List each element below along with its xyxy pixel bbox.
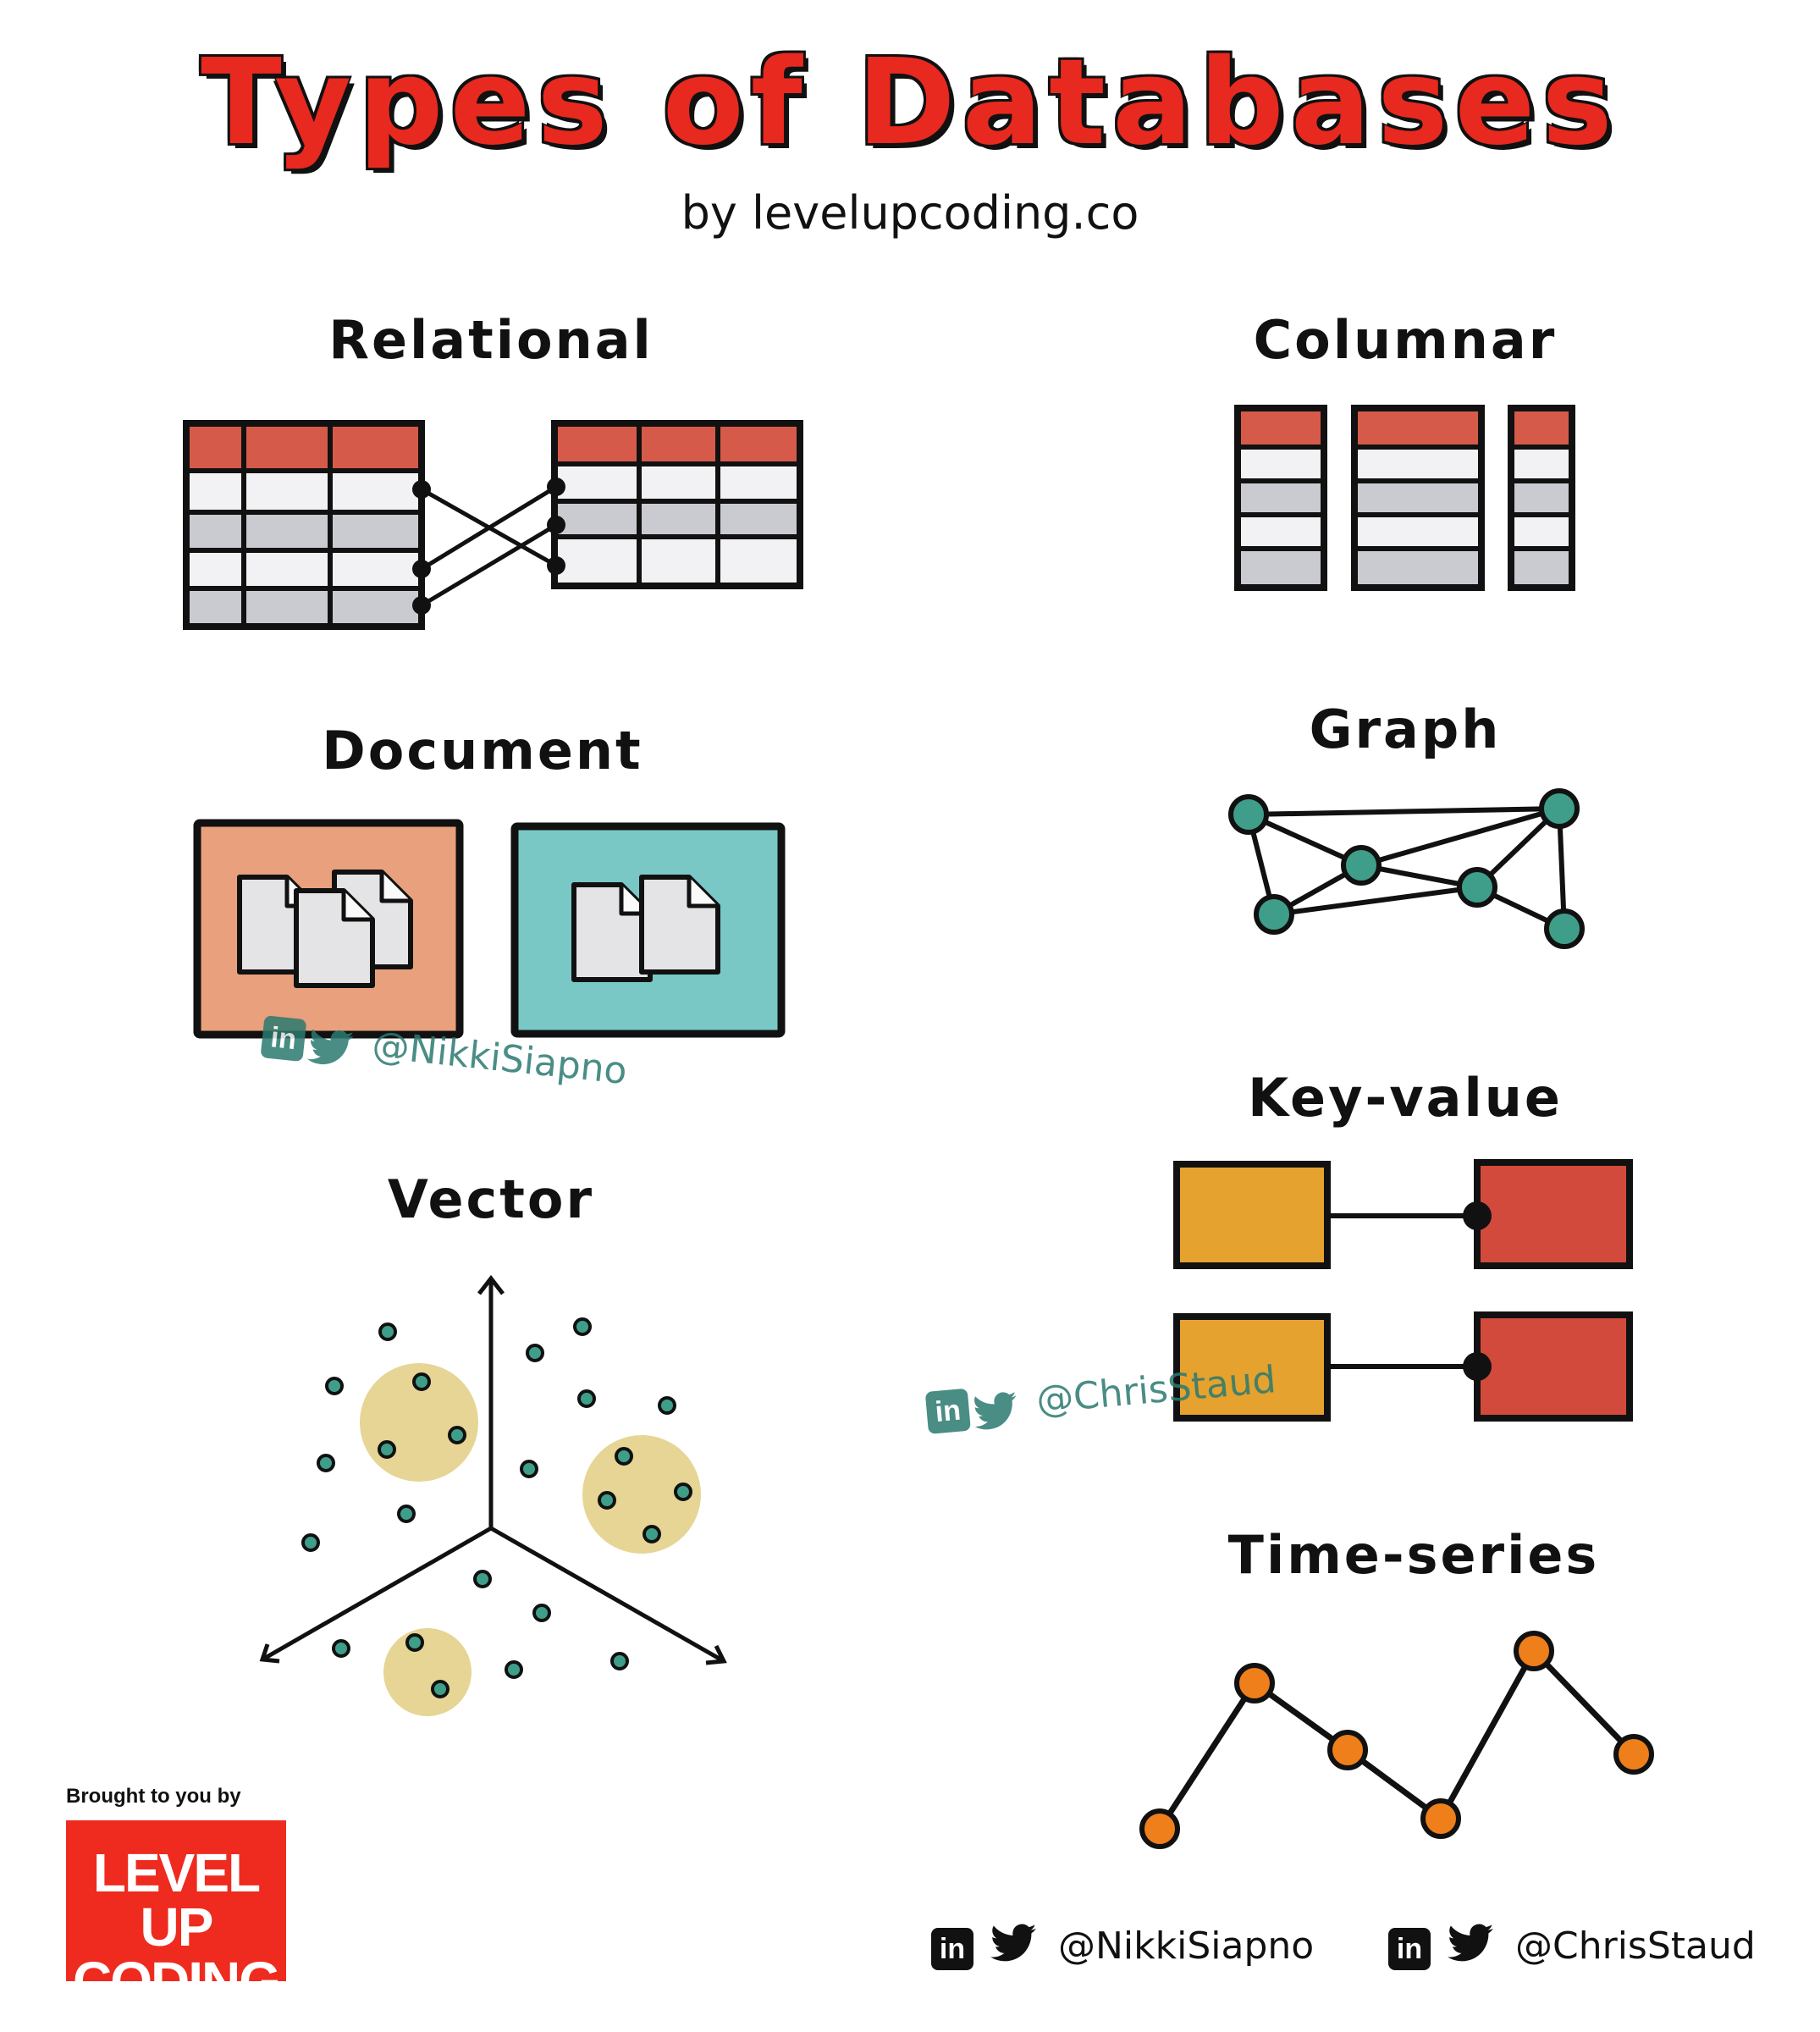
twitter-icon: [1448, 1924, 1493, 1972]
logo-line-1: LEVEL UP: [92, 1842, 261, 1957]
column-1: [1234, 405, 1327, 591]
twitter-icon: [972, 1390, 1019, 1434]
document-diagram: [193, 819, 786, 1039]
footer-social-nikki[interactable]: in @NikkiSiapno: [931, 1924, 1314, 1972]
document-icon: [642, 877, 718, 972]
column-3: [1508, 405, 1575, 591]
column-2: [1351, 405, 1485, 591]
relational-table-right: [551, 420, 803, 589]
level-up-coding-logo[interactable]: LEVEL UP CODING: [66, 1820, 286, 2008]
key-box: [1173, 1161, 1331, 1269]
footer-handle-chris: @ChrisStaud: [1515, 1924, 1756, 1968]
linkedin-icon: in: [260, 1015, 307, 1063]
twitter-icon: [306, 1026, 355, 1071]
relational-table-left: [183, 420, 425, 630]
footer-social-chris[interactable]: in @ChrisStaud: [1388, 1924, 1756, 1972]
document-icon: [296, 891, 372, 986]
brand-caption: Brought to you by: [66, 1785, 241, 1808]
linkedin-icon: in: [1388, 1927, 1431, 1970]
linkedin-icon: in: [931, 1927, 973, 1970]
document-icon: [574, 885, 650, 980]
logo-line-2: CODING: [73, 1951, 281, 2012]
relational-diagram: [183, 420, 803, 630]
twitter-icon: [990, 1924, 1036, 1972]
time-series-diagram: [1139, 1631, 1654, 1849]
vector-diagram: [259, 1274, 727, 1716]
value-box: [1474, 1159, 1633, 1269]
graph-diagram: [1228, 788, 1585, 949]
relational-links: [420, 484, 558, 608]
footer-handle-nikki: @NikkiSiapno: [1058, 1924, 1315, 1968]
columnar-diagram: [1234, 405, 1575, 591]
linkedin-icon: in: [924, 1388, 971, 1434]
value-box: [1474, 1311, 1633, 1422]
